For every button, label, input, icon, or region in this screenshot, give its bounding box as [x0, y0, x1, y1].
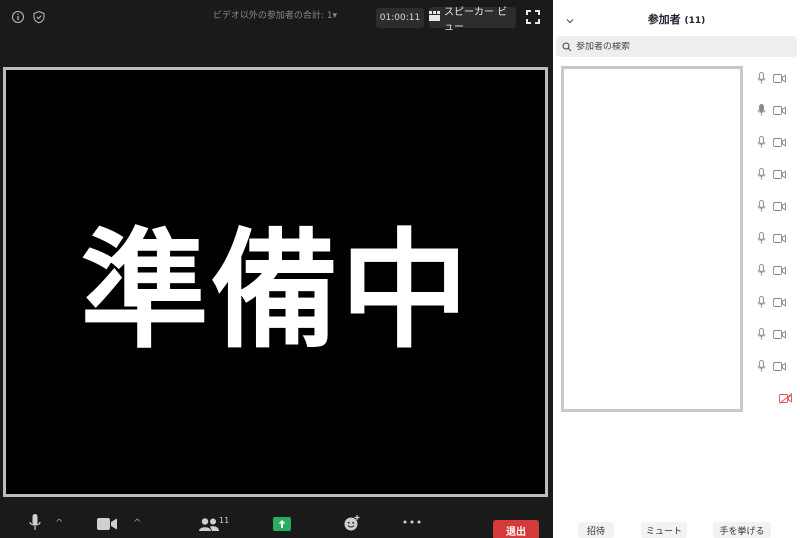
video-camera-icon[interactable]	[773, 169, 786, 179]
participant-row-status	[757, 390, 793, 406]
microphone-icon[interactable]	[757, 72, 766, 84]
participant-row-status	[757, 166, 793, 182]
speaker-view-button[interactable]: スピーカー ビュー	[429, 7, 516, 33]
microphone-icon[interactable]	[757, 360, 766, 372]
microphone-active-icon[interactable]	[757, 104, 766, 116]
video-camera-icon[interactable]	[773, 233, 786, 243]
share-screen-icon	[273, 517, 291, 531]
video-camera-icon[interactable]	[773, 105, 786, 115]
participants-title-text: 参加者	[647, 13, 681, 26]
participant-row-status	[757, 230, 793, 246]
microphone-icon[interactable]	[757, 232, 766, 244]
raise-hand-button[interactable]: 手を挙げる	[713, 522, 771, 538]
non-video-participants-label[interactable]: ビデオ以外の参加者の合計: 1▾	[200, 8, 350, 21]
video-options-chevron-icon[interactable]: ^	[133, 518, 141, 529]
video-camera-icon	[97, 518, 117, 530]
participants-panel-title: 参加者 (11)	[553, 11, 800, 27]
meeting-area: ビデオ以外の参加者の合計: 1▾ 01:00:11 スピーカー ビュー 準備中 …	[0, 0, 553, 538]
more-options-button[interactable]	[403, 520, 421, 538]
mute-all-button[interactable]: ミュート	[641, 522, 687, 538]
microphone-icon[interactable]	[757, 264, 766, 276]
participant-row-status	[757, 262, 793, 278]
invite-button[interactable]: 招待	[578, 522, 614, 538]
participant-list	[561, 66, 743, 412]
security-shield-icon[interactable]	[31, 9, 47, 25]
participants-icon	[199, 518, 219, 531]
video-camera-icon[interactable]	[773, 201, 786, 211]
audio-options-chevron-icon[interactable]: ^	[55, 518, 63, 529]
microphone-icon[interactable]	[757, 328, 766, 340]
info-icon[interactable]	[10, 9, 26, 25]
preparing-text: 準備中	[80, 216, 471, 366]
leave-meeting-button[interactable]: 退出	[493, 520, 539, 538]
participant-row-status	[757, 134, 793, 150]
search-icon	[562, 42, 572, 51]
video-camera-icon[interactable]	[773, 137, 786, 147]
non-video-participants-text: ビデオ以外の参加者の合計: 1	[212, 11, 333, 21]
video-camera-icon[interactable]	[773, 361, 786, 371]
participant-row-status	[757, 198, 793, 214]
video-button[interactable]	[97, 518, 117, 538]
fullscreen-icon[interactable]	[525, 9, 541, 25]
participant-row-status	[757, 70, 793, 86]
mute-button[interactable]	[29, 514, 41, 538]
participant-row-status	[757, 358, 793, 374]
video-off-icon[interactable]	[779, 392, 793, 404]
more-dots-icon	[403, 520, 421, 524]
reactions-button[interactable]	[343, 515, 361, 538]
microphone-icon	[29, 514, 41, 530]
microphone-icon[interactable]	[757, 136, 766, 148]
participants-count-badge: 11	[219, 516, 230, 525]
active-speaker-video: 準備中	[3, 67, 548, 497]
participants-panel: 参加者 (11) 参加者の検索 招待 ミュート 手を挙げる	[553, 0, 800, 538]
video-camera-icon[interactable]	[773, 73, 786, 83]
grid-view-icon	[429, 11, 440, 24]
microphone-icon[interactable]	[757, 200, 766, 212]
microphone-icon[interactable]	[757, 296, 766, 308]
video-camera-icon[interactable]	[773, 329, 786, 339]
participant-search-box[interactable]	[556, 36, 797, 57]
video-camera-icon[interactable]	[773, 265, 786, 275]
meeting-timer: 01:00:11	[376, 8, 424, 28]
share-screen-button[interactable]	[273, 517, 291, 538]
participants-title-count: (11)	[684, 16, 706, 26]
speaker-view-label: スピーカー ビュー	[444, 6, 508, 33]
participant-row-status	[757, 326, 793, 342]
participant-row-status	[757, 102, 793, 118]
participant-row-status	[757, 294, 793, 310]
reaction-emoji-icon	[344, 515, 360, 531]
dropdown-arrow-icon: ▾	[332, 11, 338, 21]
participant-search-input[interactable]	[576, 41, 786, 52]
participants-button[interactable]	[199, 518, 219, 538]
video-camera-icon[interactable]	[773, 297, 786, 307]
microphone-icon[interactable]	[757, 168, 766, 180]
